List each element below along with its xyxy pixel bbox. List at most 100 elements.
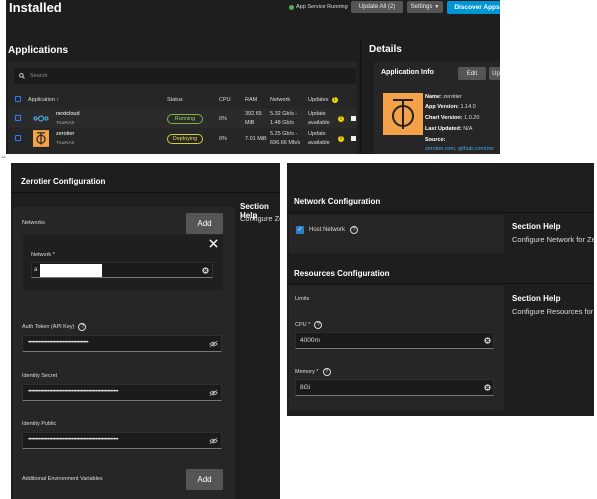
select-all-checkbox[interactable] [15, 96, 21, 102]
nextcloud-logo-icon [33, 115, 49, 122]
service-status: App Service Running [289, 4, 348, 10]
identity-secret-value: ••••••••••••••••••••••••••••••••••••••••… [28, 389, 119, 395]
update-text-2: available [308, 120, 330, 126]
search-placeholder: Search [30, 73, 48, 79]
status-badge: Deploying [167, 134, 203, 144]
source-link[interactable]: zerotier.com, github.com/zer [425, 146, 494, 152]
info-chartver-label: Chart Version: [425, 115, 463, 121]
search-input[interactable]: Search [14, 68, 356, 84]
info-name-label: Name: [425, 94, 442, 100]
installed-apps-panel: Installed App Service Running Update All… [6, 0, 500, 154]
warning-icon: ! [331, 97, 338, 103]
net-out: 1.48 Gb/s [270, 120, 294, 126]
row-action-square-icon[interactable] [351, 136, 356, 141]
help-icon[interactable]: ? [314, 321, 323, 329]
table-row[interactable]: zerotier TrueNAS Deploying 0% 7.01 MiB 5… [8, 129, 357, 148]
add-network-button[interactable]: Add [186, 213, 223, 234]
update-button[interactable]: Up [489, 67, 500, 80]
row-checkbox[interactable] [15, 115, 21, 121]
update-all-button[interactable]: Update All (2) [351, 1, 403, 13]
net-in: 5.32 Gb/s - [270, 111, 298, 117]
add-env-label: Add [197, 475, 212, 484]
section-help-text: Configure Network for Zerotier [512, 235, 594, 244]
help-icon[interactable]: ? [350, 226, 359, 234]
info-chartver-value: 1.0.20 [464, 115, 480, 121]
update-label: Up [492, 70, 500, 77]
network-input-value: a [34, 267, 38, 273]
applications-heading: Applications [8, 45, 69, 56]
expand-arrow-icon: ⇔ [0, 154, 7, 161]
update-all-label: Update All (2) [358, 4, 396, 10]
clear-icon[interactable] [202, 267, 209, 274]
identity-secret-input[interactable]: ••••••••••••••••••••••••••••••••••••••••… [22, 384, 222, 401]
env-vars-label: Additional Environment Variables [22, 476, 103, 482]
settings-label: Settings [410, 4, 433, 10]
identity-public-input[interactable]: ••••••••••••••••••••••••••••••••••••••••… [22, 432, 222, 449]
row-checkbox[interactable] [15, 135, 21, 141]
host-network-label: Host Network [309, 227, 346, 233]
network-config-title: Network Configuration [294, 197, 381, 206]
zerotier-logo-icon [33, 130, 49, 147]
page-title: Installed [9, 0, 62, 15]
sort-arrow-icon: ↑ [56, 97, 60, 103]
cpu-value: 0% [219, 136, 227, 142]
info-appver-label: App Version: [425, 104, 459, 110]
info-appver-value: 1.14.0 [460, 104, 476, 110]
info-name: Name: zerotier [425, 94, 462, 100]
auth-token-label: Auth Token (API Key) [22, 324, 75, 330]
app-name: zerotier [56, 131, 75, 137]
network-card [289, 215, 504, 253]
info-lastupd-value: N/A [463, 126, 473, 132]
table-row[interactable]: nextcloud TrueNAS Running 0% 392.65 MiB … [8, 109, 357, 128]
section-help-text: Configure Zerotier [240, 214, 280, 223]
host-network-checkbox[interactable]: ✓ Host Network ? [296, 226, 359, 234]
auth-token-input[interactable]: •••••••••••••••••••••••••••••••••••••••• [22, 335, 222, 352]
visibility-off-icon[interactable] [209, 340, 218, 348]
zerotier-configuration-panel: Zerotier Configuration Networks Add Netw… [11, 163, 280, 499]
section-help-heading: Section Help [512, 222, 561, 231]
help-icon[interactable]: ? [322, 368, 331, 376]
identity-secret-label: Identity Secret [22, 373, 58, 379]
memory-label-row: Memory * ? [295, 368, 331, 376]
ram-value: 392.65 [245, 111, 262, 117]
memory-label: Memory * [295, 369, 319, 375]
chevron-down-icon: ▼ [434, 4, 440, 10]
zerotier-logo-icon [383, 93, 423, 135]
networks-label: Networks [22, 220, 45, 226]
col-updates: Updates ! [308, 97, 338, 103]
add-env-button[interactable]: Add [186, 469, 223, 490]
memory-input[interactable]: 8Gi [295, 379, 494, 396]
visibility-off-icon[interactable] [209, 437, 218, 445]
app-source: TrueNAS [56, 120, 75, 125]
visibility-off-icon[interactable] [209, 389, 218, 397]
cpu-label: CPU * [295, 322, 311, 328]
res-section-help-text: Configure Resources for Zerotier [512, 307, 594, 316]
memory-input-value: 8Gi [300, 384, 311, 391]
ram-unit: MiB [245, 120, 255, 126]
app-name: nextcloud [56, 111, 80, 117]
cpu-input[interactable]: 4000m [295, 332, 494, 349]
clear-icon[interactable] [484, 384, 491, 391]
table-header: Application ↑ Status CPU RAM Network Upd… [8, 93, 357, 107]
update-warning-icon: ! [338, 116, 344, 122]
update-text: Update [308, 131, 326, 137]
col-network: Network [270, 97, 291, 103]
col-application[interactable]: Application ↑ [28, 97, 59, 103]
clear-icon[interactable] [484, 337, 491, 344]
info-name-value: zerotier [443, 94, 462, 100]
info-source: Source: [425, 137, 445, 143]
settings-button[interactable]: Settings ▼ [407, 1, 443, 13]
panel-divider [360, 40, 361, 154]
row-action-square-icon[interactable] [351, 116, 356, 121]
discover-apps-button[interactable]: Discover Apps [447, 1, 500, 14]
help-icon[interactable]: ? [78, 323, 87, 331]
close-icon[interactable] [209, 239, 218, 248]
search-icon [19, 73, 25, 79]
auth-token-value: •••••••••••••••••••••••••••••••••••••••• [28, 340, 89, 346]
res-section-help-heading: Section Help [512, 294, 561, 303]
redaction-block [40, 264, 102, 277]
edit-label: Edit [466, 70, 478, 77]
network-input[interactable]: a [31, 262, 213, 278]
edit-button[interactable]: Edit [458, 67, 486, 80]
resources-config-title: Resources Configuration [294, 269, 390, 278]
